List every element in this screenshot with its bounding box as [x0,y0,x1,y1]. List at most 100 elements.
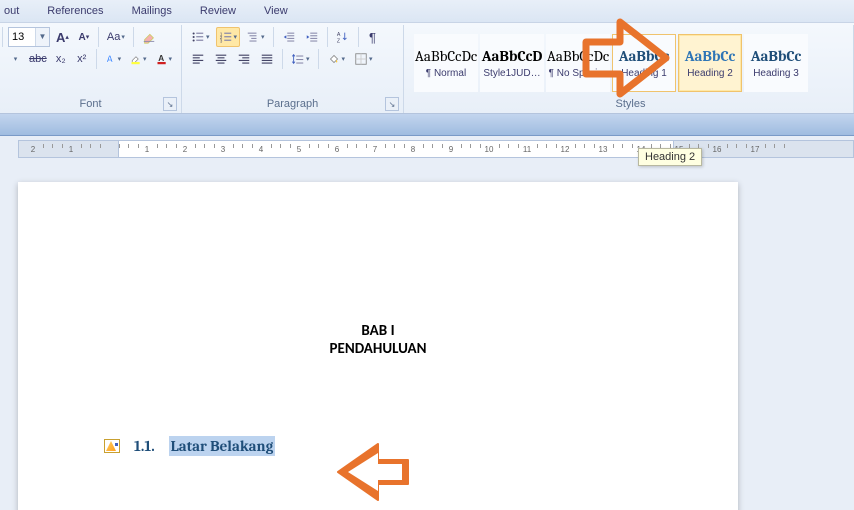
style-item-heading-3[interactable]: AaBbCcHeading 3 [744,34,808,92]
show-marks-button[interactable]: ¶ [364,27,382,47]
align-center-icon [214,52,228,66]
ruler-number: 4 [259,145,263,154]
ruler-number: 17 [751,145,760,154]
align-center-button[interactable] [211,49,231,69]
heading-number[interactable]: 1.1. [134,437,155,455]
line-spacing-button[interactable]: ▾ [288,49,313,69]
ruler-number: 12 [561,145,570,154]
ruler-tick [328,144,329,148]
svg-text:Z: Z [336,38,340,44]
document-area[interactable]: BAB I PENDAHULUAN 1.1. Latar Belakang [0,160,854,510]
ruler-tick [613,144,614,148]
horizontal-ruler[interactable]: 211234567891011121314151617 [18,140,854,158]
font-group-text: Font [79,98,101,110]
ruler-tick [632,144,633,148]
ruler-tick [394,144,395,148]
ruler-tick [736,144,737,148]
justify-button[interactable] [257,49,277,69]
tab-view[interactable]: View [264,5,288,17]
change-case-label: Aa [107,31,120,43]
doc-title-line2[interactable]: PENDAHULUAN [18,340,738,358]
align-left-button[interactable] [188,49,208,69]
ruler-tick [280,144,281,148]
chevron-down-icon[interactable]: ▼ [35,28,49,46]
multilevel-list-button[interactable]: ▾ [243,27,268,47]
ruler-tick [584,144,585,148]
numbering-button[interactable]: 123▾ [216,27,241,47]
ruler-tick [461,144,462,148]
separator [327,27,328,47]
style-item-heading-2[interactable]: AaBbCcHeading 2 [678,34,742,92]
style-tooltip: Heading 2 [638,148,702,166]
ruler-number: 10 [485,145,494,154]
heading-line[interactable]: 1.1. Latar Belakang [104,436,738,456]
annotation-arrow-right [576,12,676,104]
tab-mailings[interactable]: Mailings [132,5,172,17]
highlight-button[interactable]: ▾ [127,49,149,69]
separator [358,27,359,47]
ribbon: ▼ A▴ A▾ Aa▾ ▾ abc x₂ x² A▾ [0,22,854,114]
strike-button[interactable]: abc [27,49,49,69]
grow-font-button[interactable]: A▴ [53,27,72,47]
tab-layout[interactable]: out [4,5,19,17]
ruler-tick [309,144,310,148]
separator [273,27,274,47]
tab-references[interactable]: References [47,5,103,17]
ruler-tick [546,144,547,148]
ruler-tick [204,144,205,148]
change-case-button[interactable]: Aa▾ [104,27,128,47]
decrease-indent-button[interactable] [279,27,299,47]
shrink-font-label: A [79,32,86,43]
style-name: Heading 2 [687,68,733,79]
font-color-button[interactable]: A▾ [153,49,175,69]
separator [2,27,3,47]
sort-button[interactable]: AZ [333,27,353,47]
increase-indent-button[interactable] [302,27,322,47]
autocorrect-icon[interactable] [104,439,120,453]
numbering-icon: 123 [219,30,233,44]
grow-font-label: A [56,30,65,45]
ruler-tick [290,144,291,148]
clear-formatting-button[interactable] [139,27,159,47]
sort-icon: AZ [336,30,350,44]
ruler-tick [347,144,348,148]
ruler-tick [708,144,709,148]
group-label-font: Font ↘ [6,97,175,113]
ruler-tick [556,144,557,148]
ruler-tick [195,144,196,148]
ruler-tick [575,144,576,148]
style-item--normal[interactable]: AaBbCcDc¶ Normal [414,34,478,92]
font-dialog-launcher[interactable]: ↘ [163,97,177,111]
ruler-tick [594,144,595,148]
ruler-number: 2 [183,145,187,154]
paragraph-group-text: Paragraph [267,98,318,110]
font-size-input[interactable] [9,31,35,43]
tab-review[interactable]: Review [200,5,236,17]
font-combo-edge[interactable]: ▾ [6,49,24,69]
ruler-number: 1 [145,145,149,154]
ruler-tick [385,144,386,148]
superscript-button[interactable]: x² [73,49,91,69]
ruler-number: 13 [599,145,608,154]
ruler-number: 9 [449,145,453,154]
ruler-area: 211234567891011121314151617 [0,136,854,160]
justify-icon [260,52,274,66]
style-item-style1jud-[interactable]: AaBbCcDStyle1JUD… [480,34,544,92]
align-right-button[interactable] [234,49,254,69]
shading-button[interactable]: ▾ [324,49,349,69]
font-size-combo[interactable]: ▼ [8,27,50,47]
ruler-tick [43,144,44,148]
ruler-tick [765,144,766,148]
ruler-tick [252,144,253,148]
heading-text-selected[interactable]: Latar Belakang [169,436,276,456]
ruler-tick [480,144,481,148]
paragraph-dialog-launcher[interactable]: ↘ [385,97,399,111]
ruler-number: 5 [297,145,301,154]
ruler-tick [366,144,367,148]
doc-title-line1[interactable]: BAB I [18,322,738,340]
borders-button[interactable]: ▾ [351,49,376,69]
shrink-font-button[interactable]: A▾ [75,27,93,47]
text-effects-button[interactable]: A▾ [102,49,124,69]
subscript-button[interactable]: x₂ [52,49,70,69]
bullets-button[interactable]: ▾ [188,27,213,47]
